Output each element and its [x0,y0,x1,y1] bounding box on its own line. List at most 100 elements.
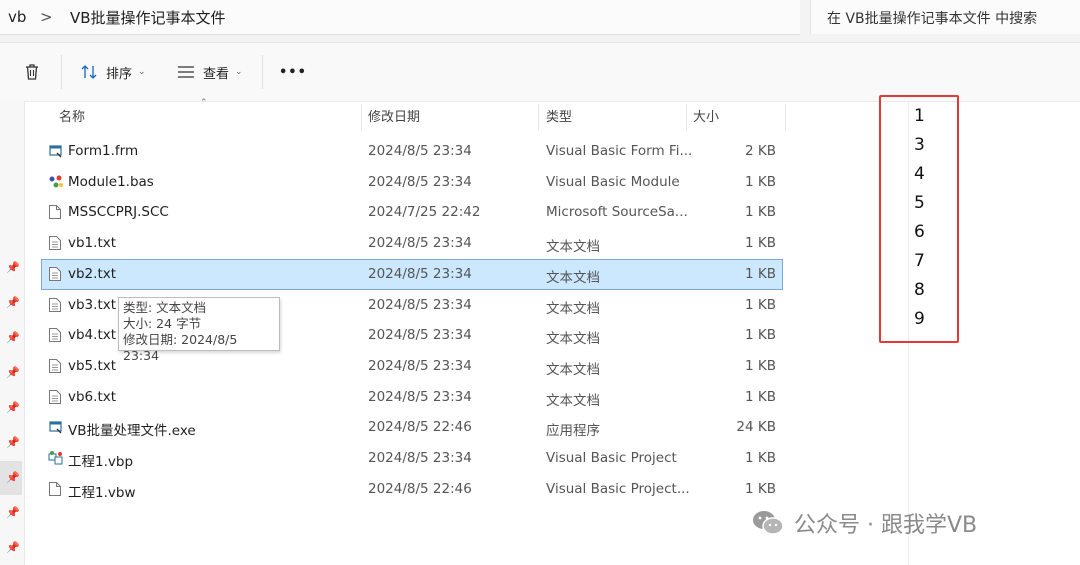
sort-icon [81,65,97,79]
column-header-name[interactable]: 名称 [59,104,85,132]
column-divider[interactable] [361,104,362,130]
file-size: 1 KB [745,480,776,497]
file-name: vb6.txt [68,388,117,405]
pin-icon[interactable]: 📌 [6,401,20,414]
more-icon: ••• [279,64,307,80]
pin-icon[interactable]: 📌 [6,296,20,309]
file-info-tooltip: 类型: 文本文档 大小: 24 字节 修改日期: 2024/8/5 23:34 [118,297,280,363]
file-name: 工程1.vbw [68,484,136,501]
file-type: 文本文档 [546,269,600,286]
file-row[interactable]: 工程1.vbp 2024/8/5 23:34 Visual Basic Projec… [42,444,782,473]
column-divider[interactable] [785,104,786,130]
preview-line: 7 [914,251,925,271]
wechat-icon [753,511,784,535]
toolbar-divider [61,55,62,89]
file-date: 2024/8/5 23:34 [368,296,472,313]
column-header-type[interactable]: 类型 [546,104,572,132]
file-size: 1 KB [745,357,776,374]
breadcrumb-current[interactable]: VB批量操作记事本文件 [70,7,226,28]
file-row[interactable]: Form1.frm 2024/8/5 23:34 Visual Basic Form… [42,137,782,166]
file-size: 24 KB [736,419,776,436]
file-name: vb3.txt [68,296,117,313]
preview-line: 5 [914,193,925,213]
file-type: Visual Basic Form Fi... [546,143,693,159]
file-row[interactable]: vb1.txt 2024/8/5 23:34 文本文档 1 KB [42,229,782,258]
search-placeholder: 在 VB批量操作记事本文件 中搜索 [827,11,1038,27]
vb-module-icon [48,174,63,190]
vb-project-icon [48,450,63,466]
file-row[interactable]: MSSCCPRJ.SCC 2024/7/25 22:42 Microsoft Sou… [42,198,782,227]
preview-line: 6 [914,222,925,242]
file-row[interactable]: 工程1.vbw 2024/8/5 22:46 Visual Basic Projec… [42,475,782,504]
pin-icon[interactable]: 📌 [6,436,20,449]
file-size: 1 KB [745,388,776,405]
file-name: 工程1.vbp [68,454,134,470]
file-type: 文本文档 [546,392,600,409]
file-row[interactable]: Module1.bas 2024/8/5 23:34 Visual Basic Mo… [42,168,782,197]
address-bar-region: vb > VB批量操作记事本文件 在 VB批量操作记事本文件 中搜索 [0,0,1080,43]
file-name: VB批量处理文件.exe [68,423,196,440]
column-header-date[interactable]: 修改日期 [368,104,420,132]
text-file-icon [48,358,62,374]
watermark-text: 公众号 · 跟我学VB [794,513,978,538]
file-type: 文本文档 [546,239,600,256]
watermark: 公众号 · 跟我学VB [752,505,977,541]
view-label: 查看 [203,66,230,82]
file-date: 2024/8/5 23:34 [368,388,472,405]
file-date: 2024/8/5 23:34 [368,357,472,374]
delete-button[interactable] [22,57,42,87]
pin-icon[interactable]: 📌 [6,366,20,379]
address-field[interactable]: vb > VB批量操作记事本文件 [0,0,800,35]
file-date: 2024/8/5 23:34 [368,235,472,252]
column-header-size[interactable]: 大小 [693,104,719,132]
file-type: 文本文档 [546,300,600,317]
highlight-box [879,95,959,343]
file-date: 2024/8/5 22:46 [368,419,472,436]
file-size: 1 KB [745,173,776,190]
search-input[interactable]: 在 VB批量操作记事本文件 中搜索 [810,0,1080,34]
file-date: 2024/8/5 23:34 [368,143,472,159]
sort-button[interactable]: 排序 ⌄ [80,57,146,87]
preview-line: 8 [914,280,925,300]
preview-line: 3 [914,135,925,155]
more-options-button[interactable]: ••• [279,57,307,87]
preview-line: 4 [914,164,925,184]
pin-icon[interactable]: 📌 [6,261,20,274]
file-type: Visual Basic Module [546,173,680,190]
tooltip-modified: 修改日期: 2024/8/5 23:34 [123,332,238,363]
file-row[interactable]: vb6.txt 2024/8/5 23:34 文本文档 1 KB [42,383,782,412]
file-name: vb4.txt [68,327,117,344]
tooltip-size: 大小: 24 字节 [123,316,202,331]
blank-file-icon [48,481,62,497]
exe-icon [48,419,62,435]
toolbar-divider [262,55,263,89]
file-row[interactable]: VB批量处理文件.exe 2024/8/5 22:46 应用程序 24 KB [42,413,782,442]
pin-icon[interactable]: 📌 [6,471,20,484]
file-name: vb1.txt [68,235,117,252]
text-file-icon [48,389,62,405]
text-file-icon [48,327,62,343]
file-size: 1 KB [745,204,776,221]
file-name: vb5.txt [68,357,117,374]
view-button[interactable]: 查看 ⌄ [177,57,243,87]
pin-icon[interactable]: 📌 [6,506,20,519]
file-name: MSSCCPRJ.SCC [68,204,169,221]
file-row[interactable]: vb2.txt 2024/8/5 23:34 文本文档 1 KB [41,258,783,290]
file-size: 1 KB [745,296,776,313]
chevron-down-icon: ⌄ [235,67,243,77]
chevron-down-icon: ⌄ [138,67,146,77]
file-date: 2024/8/5 23:34 [368,173,472,190]
column-divider[interactable] [686,104,687,130]
file-type: 文本文档 [546,361,600,378]
file-date: 2024/8/5 23:34 [368,327,472,344]
preview-line: 1 [914,106,925,126]
breadcrumb-root[interactable]: vb [8,8,26,26]
pin-icon[interactable]: 📌 [6,331,20,344]
column-divider[interactable] [538,104,539,130]
navigation-pane: 📌 📌 📌 📌 📌 📌 📌 📌 📌 [0,101,25,565]
sort-ascending-icon: ⌃ [200,98,208,108]
file-date: 2024/8/5 22:46 [368,480,472,497]
text-file-icon [48,297,62,313]
pin-icon[interactable]: 📌 [6,541,20,554]
file-type: 应用程序 [546,423,600,440]
